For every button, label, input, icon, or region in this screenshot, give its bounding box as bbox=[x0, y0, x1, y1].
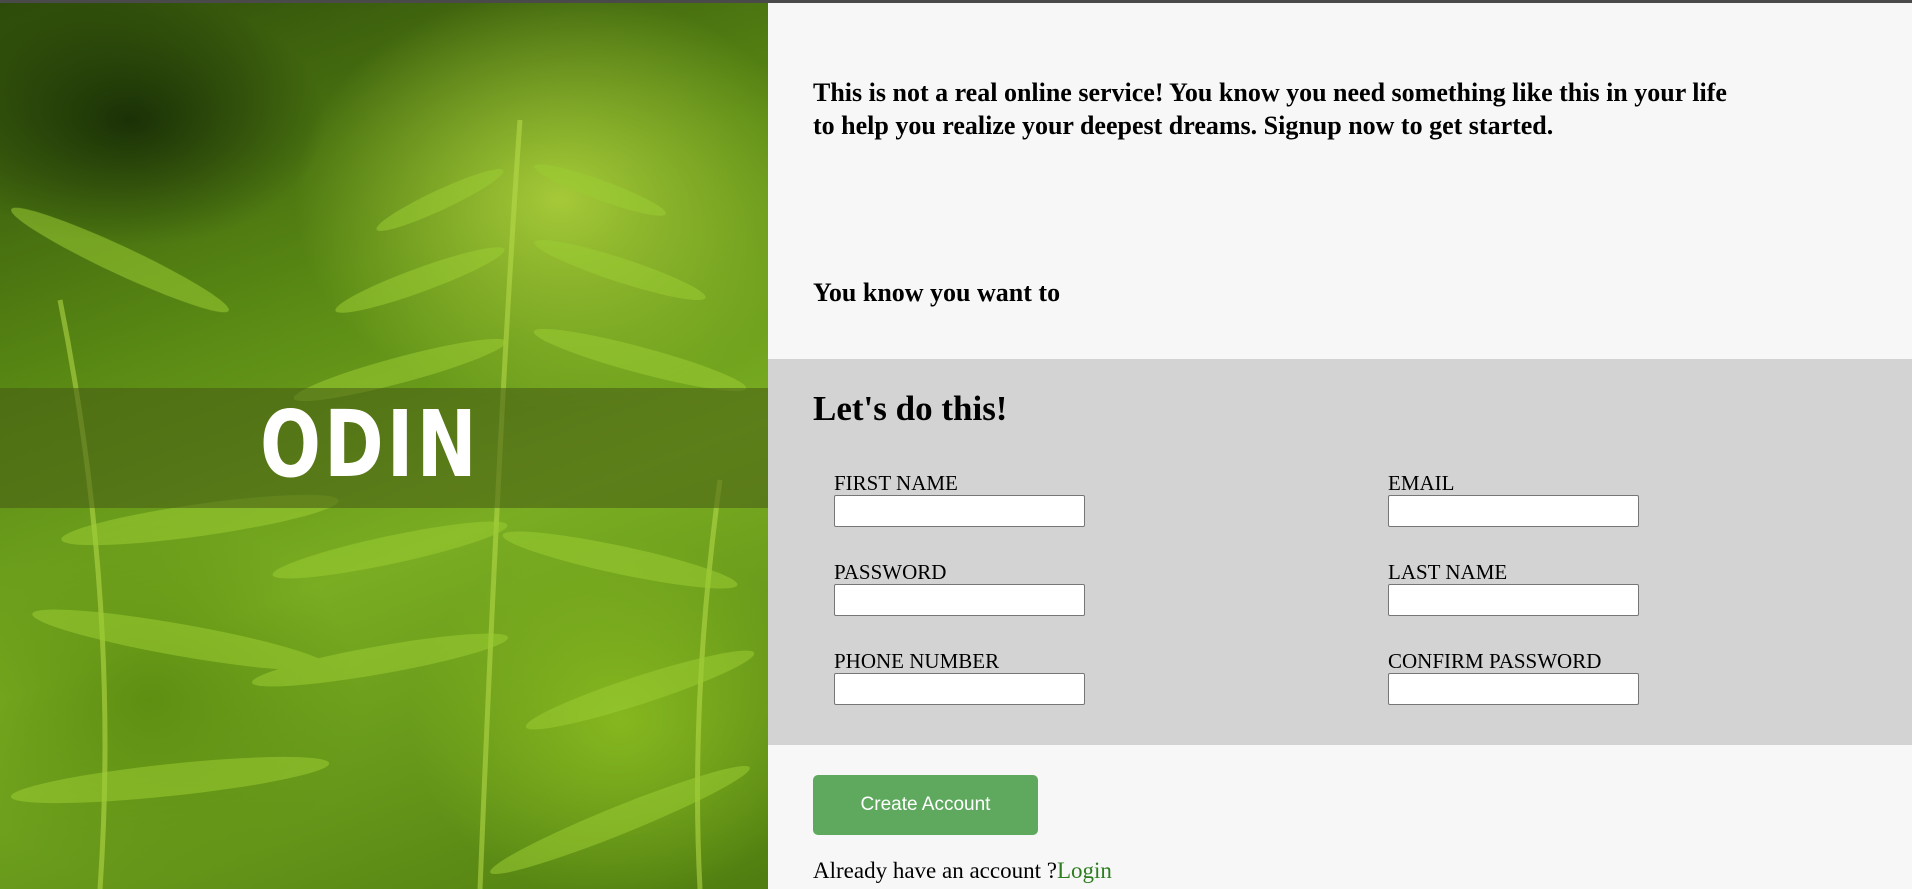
last-name-field: LAST NAME bbox=[1388, 560, 1648, 616]
password-label: PASSWORD bbox=[834, 560, 947, 584]
first-name-input[interactable] bbox=[834, 495, 1085, 527]
first-name-label: FIRST NAME bbox=[834, 471, 958, 495]
email-input[interactable] bbox=[1388, 495, 1639, 527]
phone-number-label: PHONE NUMBER bbox=[834, 649, 1000, 673]
password-field: PASSWORD bbox=[834, 560, 1094, 616]
tagline: You know you want to bbox=[813, 278, 1061, 307]
logo-text: ODIN bbox=[260, 391, 480, 498]
intro-text: This is not a real online service! You k… bbox=[813, 78, 1727, 140]
confirm-password-label: CONFIRM PASSWORD bbox=[1388, 649, 1602, 673]
signup-content: This is not a real online service! You k… bbox=[768, 0, 1912, 889]
last-name-input[interactable] bbox=[1388, 584, 1639, 616]
odin-logo: ODIN bbox=[252, 390, 512, 500]
create-account-button[interactable]: Create Account bbox=[813, 775, 1038, 835]
email-label: EMAIL bbox=[1388, 471, 1455, 495]
last-name-label: LAST NAME bbox=[1388, 560, 1508, 584]
first-name-field: FIRST NAME bbox=[834, 471, 1094, 527]
hero-panel: ODIN bbox=[0, 0, 768, 889]
confirm-password-input[interactable] bbox=[1388, 673, 1639, 705]
login-prompt-text: Already have an account ? bbox=[813, 858, 1057, 883]
confirm-password-field: CONFIRM PASSWORD bbox=[1388, 649, 1648, 705]
phone-number-input[interactable] bbox=[834, 673, 1085, 705]
phone-number-field: PHONE NUMBER bbox=[834, 649, 1094, 705]
login-link[interactable]: Login bbox=[1057, 858, 1112, 883]
email-field: EMAIL bbox=[1388, 471, 1648, 527]
window-top-edge bbox=[0, 0, 1912, 3]
signup-form: Let's do this! FIRST NAME EMAIL PASSWORD… bbox=[768, 359, 1912, 745]
password-input[interactable] bbox=[834, 584, 1085, 616]
login-prompt: Already have an account ?Login bbox=[813, 858, 1112, 884]
form-title: Let's do this! bbox=[813, 389, 1008, 428]
